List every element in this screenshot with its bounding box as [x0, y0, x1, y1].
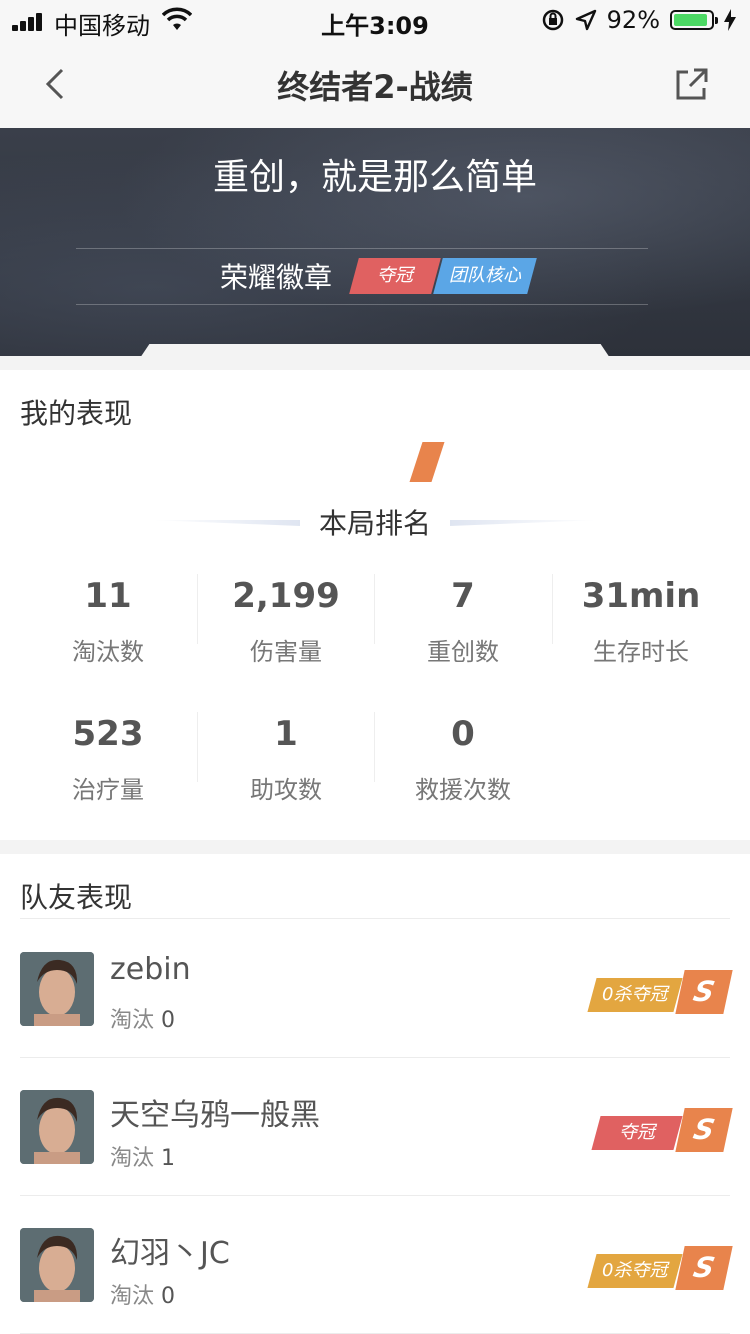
rank-label: 本局排名 [318, 507, 431, 540]
location-arrow-icon [575, 9, 596, 31]
rotation-lock-icon [542, 9, 563, 31]
stat-healing: 523 治疗量 [72, 714, 144, 804]
nav-bar: 终结者2-战绩 [0, 40, 750, 128]
stat-knockdowns: 7 重创数 [427, 576, 499, 666]
teammate-grade: S [675, 970, 733, 1014]
player-portrait-icon [20, 952, 94, 1026]
teammate-result-tag: 0杀夺冠 [587, 1254, 683, 1288]
stat-survival-time: 31min 生存时长 [581, 576, 701, 666]
teammate-name: 幻羽丶JC [110, 1236, 230, 1271]
teammate-grade: S [675, 1108, 733, 1152]
share-icon[interactable] [674, 66, 710, 102]
teammate-result-tag: 夺冠 [591, 1116, 683, 1150]
teammate-row[interactable]: zebin 淘汰 0 0杀夺冠 S [0, 920, 750, 1058]
teammate-grade: S [675, 1246, 733, 1290]
rank-indicator [409, 442, 445, 482]
stat-eliminations: 11 淘汰数 [72, 576, 144, 666]
stat-rescues: 0 救援次数 [415, 714, 511, 804]
banner-notch [140, 344, 610, 356]
avatar [20, 1090, 94, 1164]
charging-bolt-icon [724, 9, 736, 31]
stat-assists: 1 助攻数 [250, 714, 322, 804]
teammate-eliminations: 淘汰 0 [110, 1008, 176, 1033]
status-bar: 中国移动 上午3:09 92% [0, 0, 750, 40]
teammate-row[interactable]: 天空乌鸦一般黑 淘汰 1 夺冠 S [0, 1058, 750, 1196]
teammate-eliminations: 淘汰 1 [110, 1146, 176, 1171]
teammate-row[interactable]: 幻羽丶JC 淘汰 0 0杀夺冠 S [0, 1196, 750, 1334]
player-portrait-icon [20, 1090, 94, 1164]
my-performance-card: 我的表现 本局排名 11 淘汰数 2,199 伤害量 7 重创数 31min 生存时长 … [0, 370, 750, 840]
divider [76, 248, 648, 249]
badge-champion: 夺冠 [349, 258, 441, 294]
divider [76, 304, 648, 305]
section-title: 队友表现 [20, 881, 133, 914]
banner-slogan: 重创，就是那么简单 [212, 157, 537, 198]
avatar [20, 1228, 94, 1302]
result-banner: 重创，就是那么简单 荣耀徽章 夺冠 团队核心 [0, 128, 750, 356]
teammate-name: 天空乌鸦一般黑 [110, 1098, 320, 1133]
page-title: 终结者2-战绩 [277, 68, 473, 106]
avatar [20, 952, 94, 1026]
status-right: 92% [541, 6, 736, 34]
player-portrait-icon [20, 1228, 94, 1302]
badge-team-core: 团队核心 [433, 258, 537, 294]
teammate-result-tag: 0杀夺冠 [587, 978, 683, 1012]
honor-badges: 荣耀徽章 夺冠 团队核心 [0, 252, 750, 298]
section-title: 我的表现 [20, 397, 133, 430]
divider [20, 918, 730, 919]
battery-icon [670, 10, 718, 30]
teammate-eliminations: 淘汰 0 [110, 1284, 176, 1309]
honor-badge-label: 荣耀徽章 [220, 261, 333, 294]
teammate-name: zebin [110, 952, 191, 987]
teammates-card: 队友表现 zebin 淘汰 0 0杀夺冠 S 天空乌鸦一般黑 淘汰 1 夺冠 S [0, 854, 750, 1334]
stat-damage: 2,199 伤害量 [232, 576, 340, 666]
battery-percent: 92% [606, 6, 660, 34]
